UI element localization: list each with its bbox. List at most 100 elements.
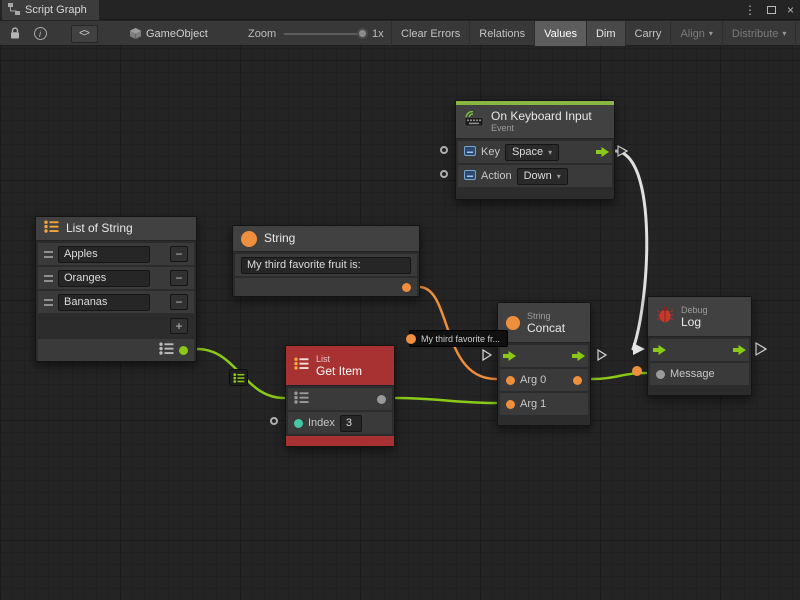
window-maximize-icon[interactable] [767, 6, 776, 14]
item-output-port[interactable] [377, 395, 386, 404]
string-type-icon [506, 316, 520, 330]
keyboard-icon [464, 111, 484, 132]
list-output-row [38, 339, 194, 361]
list-item-field[interactable]: Apples [58, 246, 150, 263]
unconnected-port[interactable] [440, 146, 448, 154]
overview-button[interactable]: Overv [795, 21, 800, 46]
list-icon [159, 342, 174, 358]
get-item-node[interactable]: List Get Item Index 3 [285, 345, 395, 447]
value-tooltip: My third favorite fr... [409, 330, 508, 347]
node-title: Get Item [316, 365, 362, 378]
list-item-field[interactable]: Bananas [58, 294, 150, 311]
flow-input-port[interactable] [653, 345, 666, 358]
code-view-button[interactable]: <> [70, 21, 98, 46]
flow-output-port[interactable] [596, 147, 609, 160]
index-input-port[interactable] [294, 419, 303, 428]
info-button[interactable]: i [30, 21, 50, 46]
zoom-slider[interactable] [284, 33, 364, 35]
dim-button[interactable]: Dim [586, 21, 625, 46]
value-bubble [632, 366, 642, 376]
node-title: Log [681, 316, 708, 329]
window-titlebar: Script Graph ⋮ × [0, 0, 800, 20]
concat-node[interactable]: String Concat Arg 0 Arg 1 [497, 302, 591, 426]
string-output-port[interactable] [402, 283, 411, 292]
arg1-label: Arg 1 [520, 398, 546, 410]
key-label: Key [481, 146, 500, 158]
zoom-label: Zoom [248, 21, 276, 46]
string-literal-node[interactable]: String My third favorite fruit is: [232, 225, 420, 297]
result-output-port[interactable] [573, 376, 582, 385]
debug-log-node[interactable]: Debug Log Message [647, 296, 752, 396]
distribute-button[interactable]: Distribute▾ [722, 21, 795, 46]
minus-icon: − [175, 295, 182, 309]
list-item-field[interactable]: Oranges [58, 270, 150, 287]
flow-output-port[interactable] [733, 345, 746, 358]
zoom-slider-knob[interactable] [357, 28, 368, 39]
remove-item-button[interactable]: − [170, 270, 188, 286]
relations-button[interactable]: Relations [469, 21, 534, 46]
drag-handle-icon[interactable] [44, 275, 53, 282]
list-icon [233, 373, 245, 383]
remove-item-button[interactable]: − [170, 294, 188, 310]
list-input-port[interactable] [294, 391, 309, 407]
index-label: Index [308, 417, 335, 429]
zoom-value: 1x [372, 21, 384, 46]
index-row: Index 3 [288, 412, 392, 434]
node-category: List [316, 354, 362, 365]
align-button[interactable]: Align▾ [670, 21, 721, 46]
unconnected-port[interactable] [440, 170, 448, 178]
string-value-field[interactable]: My third favorite fruit is: [241, 257, 411, 274]
node-title: Concat [527, 322, 565, 335]
on-keyboard-input-node[interactable]: On Keyboard Input Event Key Space▾ Actio… [455, 100, 615, 200]
list-value-bubble [229, 369, 248, 386]
add-item-button[interactable]: + [170, 318, 188, 334]
carry-button[interactable]: Carry [625, 21, 671, 46]
info-icon: i [34, 27, 47, 40]
values-button[interactable]: Values [534, 21, 586, 46]
list-icon [294, 357, 309, 375]
lock-button[interactable] [5, 21, 25, 46]
key-dropdown[interactable]: Space▾ [505, 144, 559, 161]
node-title: List of String [66, 222, 133, 235]
action-row: Action Down▾ [458, 165, 612, 187]
code-icon: <> [71, 25, 98, 43]
graph-toolbar: i <> GameObject Zoom 1x Clear Errors Rel… [0, 21, 800, 46]
flow-row [650, 339, 749, 361]
window-close-icon[interactable]: × [787, 3, 794, 17]
script-graph-icon [8, 3, 20, 18]
action-dropdown[interactable]: Down▾ [517, 168, 568, 185]
clear-errors-button[interactable]: Clear Errors [391, 21, 469, 46]
index-field[interactable]: 3 [340, 415, 362, 432]
flow-input-port[interactable] [503, 351, 516, 364]
window-menu-icon[interactable]: ⋮ [744, 3, 756, 17]
flow-row [500, 345, 588, 367]
keycap-icon [464, 169, 476, 184]
unconnected-port[interactable] [270, 417, 278, 425]
message-row: Message [650, 363, 749, 385]
list-output-port[interactable] [179, 346, 188, 355]
list-of-string-node[interactable]: List of String Apples − Oranges − Banana… [35, 216, 197, 362]
gameobject-selector[interactable]: GameObject [130, 21, 208, 46]
flow-output-port[interactable] [572, 351, 585, 364]
arg1-row: Arg 1 [500, 393, 588, 415]
arg0-input-port[interactable] [506, 376, 515, 385]
arg1-input-port[interactable] [506, 400, 515, 409]
drag-handle-icon[interactable] [44, 299, 53, 306]
string-type-icon [241, 231, 257, 247]
keycap-icon [464, 145, 476, 160]
message-input-port[interactable] [656, 370, 665, 379]
remove-item-button[interactable]: − [170, 246, 188, 262]
lock-icon [9, 27, 21, 40]
list-item-row: Bananas − [38, 291, 194, 313]
message-label: Message [670, 368, 715, 380]
chevron-down-icon: ▾ [709, 29, 713, 38]
plus-icon: + [175, 319, 182, 333]
tab-script-graph[interactable]: Script Graph [2, 0, 99, 20]
value-bubble [406, 334, 416, 344]
gameobject-cube-icon [130, 28, 141, 39]
minus-icon: − [175, 271, 182, 285]
bug-icon [656, 306, 674, 328]
node-title: On Keyboard Input [491, 110, 592, 123]
drag-handle-icon[interactable] [44, 251, 53, 258]
list-item-row: Apples − [38, 243, 194, 265]
